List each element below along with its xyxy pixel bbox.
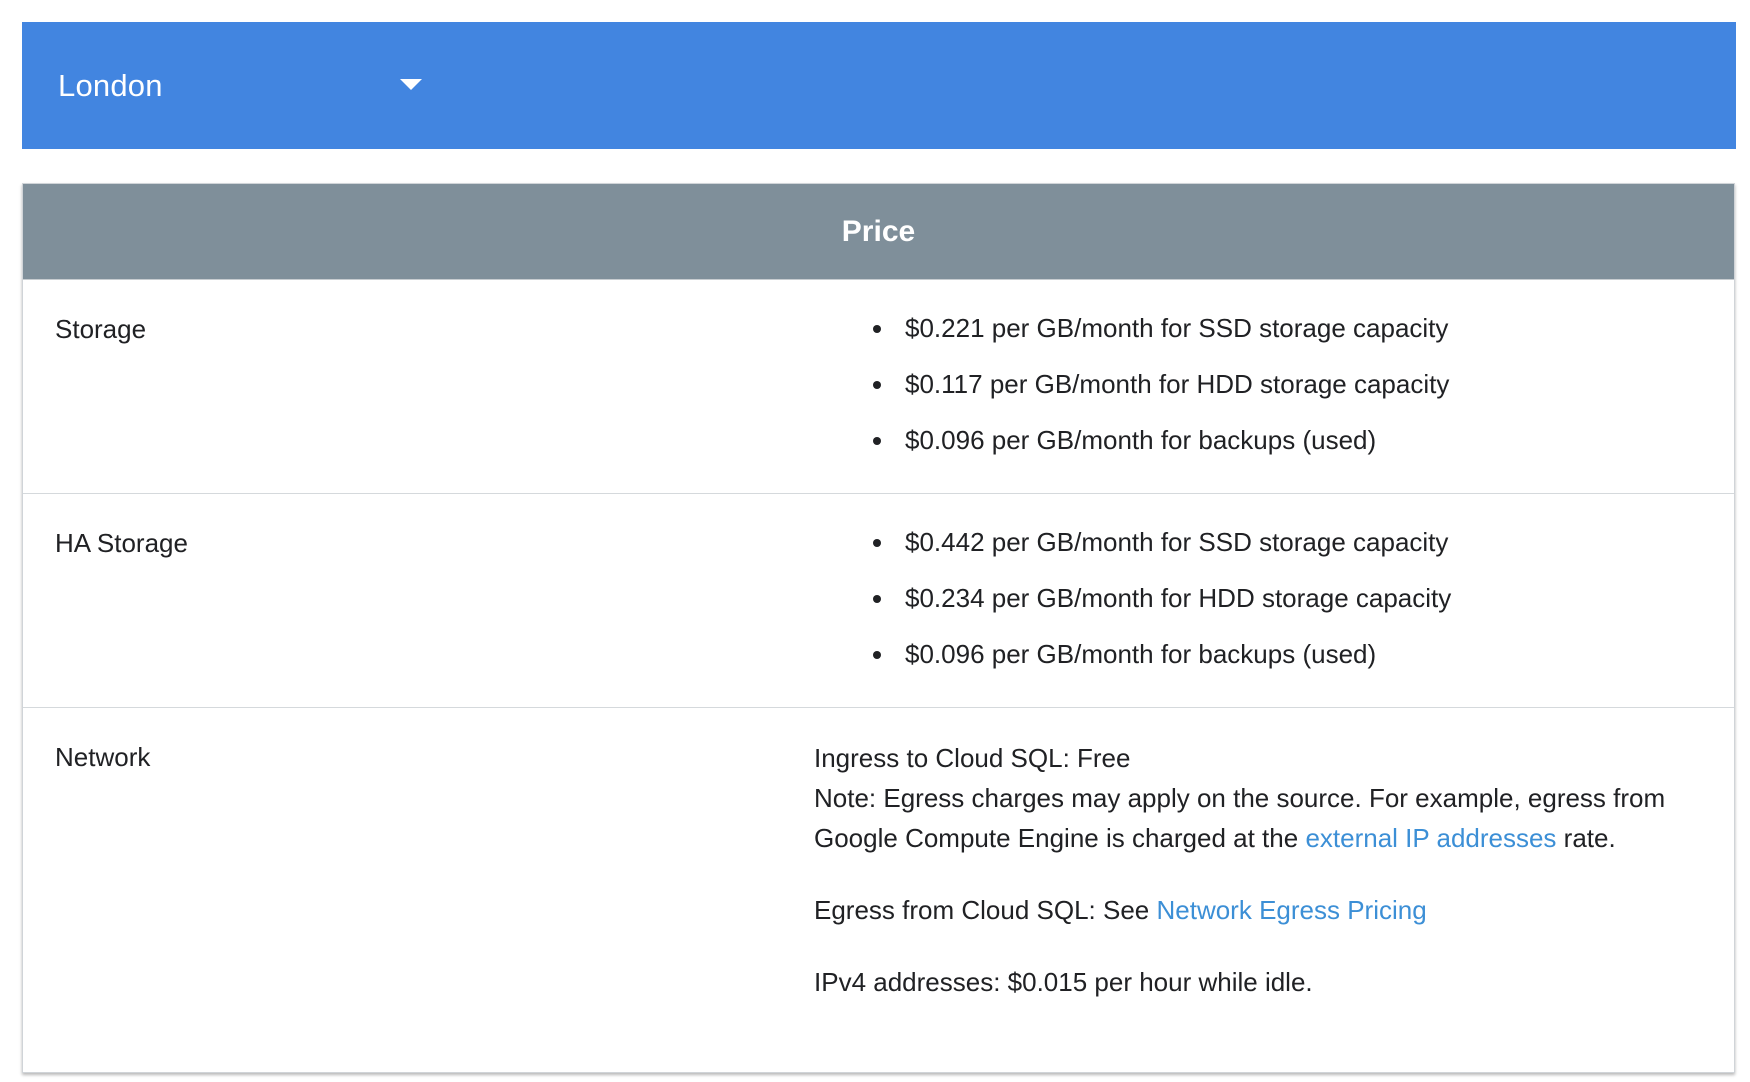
list-item: $0.221 per GB/month for SSD storage capa… [843,308,1714,364]
region-selector-bar: London [22,22,1736,149]
network-ingress-note: Ingress to Cloud SQL: Free Note: Egress c… [814,738,1704,858]
list-item: $0.117 per GB/month for HDD storage capa… [843,364,1714,420]
table-header-price: Price [23,184,1734,280]
table-row-ha-storage: HA Storage $0.442 per GB/month for SSD s… [23,494,1734,708]
dropdown-arrow-icon[interactable] [400,79,422,90]
external-ip-addresses-link[interactable]: external IP addresses [1305,823,1556,853]
region-selected-label: London [58,68,163,103]
list-item: $0.096 per GB/month for backups (used) [843,634,1714,690]
row-content-ha-storage: $0.442 per GB/month for SSD storage capa… [843,522,1714,690]
region-dropdown[interactable]: London [58,60,438,112]
ha-storage-price-list: $0.442 per GB/month for SSD storage capa… [843,522,1714,690]
egress-prefix: Egress from Cloud SQL: See [814,895,1157,925]
list-item: $0.096 per GB/month for backups (used) [843,420,1714,476]
list-item: $0.442 per GB/month for SSD storage capa… [843,522,1714,578]
row-label-network: Network [55,742,151,772]
pricing-table: Price Storage $0.221 per GB/month for SS… [22,183,1735,1073]
row-content-storage: $0.221 per GB/month for SSD storage capa… [843,308,1714,476]
list-item: $0.234 per GB/month for HDD storage capa… [843,578,1714,634]
table-row-storage: Storage $0.221 per GB/month for SSD stor… [23,280,1734,494]
network-egress-note: Egress from Cloud SQL: See Network Egres… [814,890,1704,930]
ipv4-price-line: IPv4 addresses: $0.015 per hour while id… [814,967,1313,997]
row-label-ha-storage: HA Storage [55,528,188,558]
table-row-network: Network Ingress to Cloud SQL: Free Note: … [23,708,1734,1073]
ingress-line: Ingress to Cloud SQL: Free [814,743,1131,773]
row-content-network: Ingress to Cloud SQL: Free Note: Egress c… [814,738,1704,1002]
egress-source-note-suffix: rate. [1556,823,1616,853]
row-label-storage: Storage [55,314,147,344]
network-egress-pricing-link[interactable]: Network Egress Pricing [1156,895,1426,925]
storage-price-list: $0.221 per GB/month for SSD storage capa… [843,308,1714,476]
